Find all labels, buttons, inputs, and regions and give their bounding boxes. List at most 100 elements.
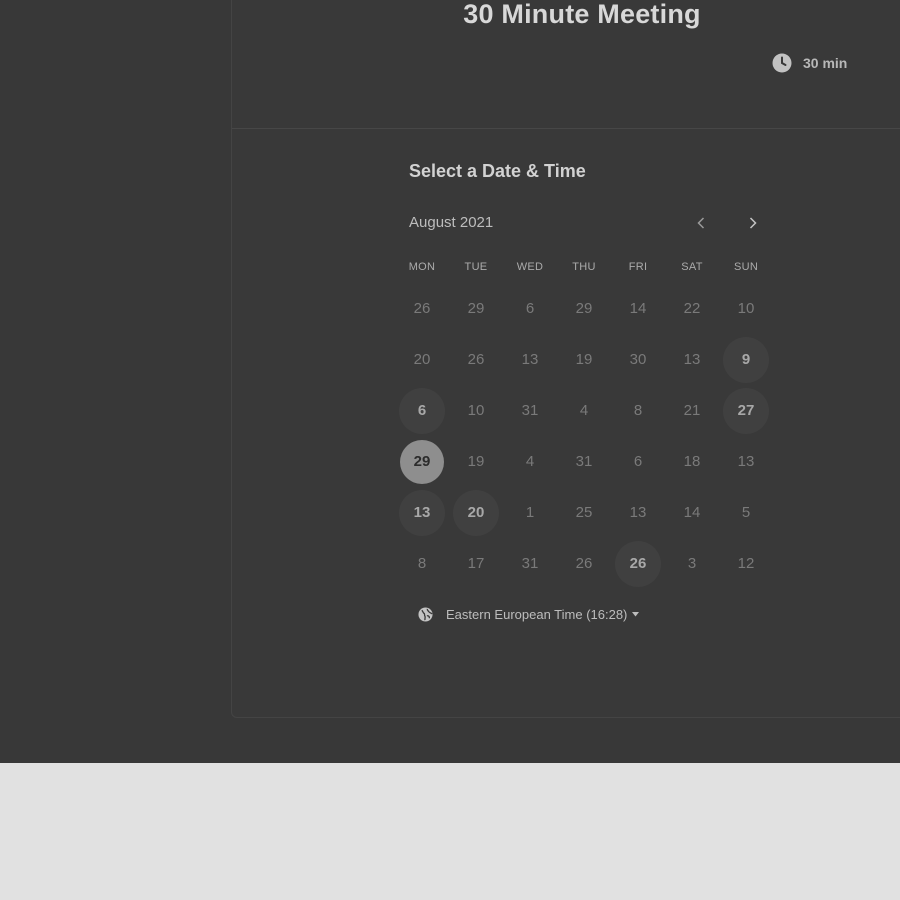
calendar-day: 14: [611, 283, 665, 334]
calendar-day-number: 29: [467, 300, 485, 317]
calendar-day-number: 26: [467, 351, 485, 368]
month-label: August 2021: [409, 214, 494, 231]
weekday-label: SAT: [681, 261, 703, 273]
calendar-day: 17: [449, 538, 503, 589]
duration-label: 30 min: [803, 55, 848, 71]
weekday-label: MON: [408, 261, 436, 273]
timezone-selector[interactable]: Eastern European Time (16:28): [418, 607, 640, 622]
calendar-day-number: 14: [683, 504, 701, 521]
calendar-day-number: 18: [683, 453, 701, 470]
calendar-day: 5: [719, 487, 773, 538]
calendar-day: 19: [557, 334, 611, 385]
calendar-day-number: 26: [615, 540, 661, 587]
calendar-day-number: 31: [575, 453, 593, 470]
calendar-day: 13: [665, 334, 719, 385]
calendar-day: 10: [449, 385, 503, 436]
calendar-day-number: 29: [575, 300, 593, 317]
calendar-day-number: 10: [737, 300, 755, 317]
calendar-day-number: 30: [629, 351, 647, 368]
calendar-day-number: 4: [525, 453, 535, 470]
calendar-day: 22: [665, 283, 719, 334]
calendar-day-number: 8: [417, 555, 427, 572]
calendar-day-available[interactable]: 27: [719, 385, 773, 436]
calendar-day-available[interactable]: 20: [449, 487, 503, 538]
calendar-day-available[interactable]: 13: [395, 487, 449, 538]
chevron-left-icon: [697, 217, 705, 229]
section-divider: [232, 128, 900, 129]
weekday-header: MON TUE WED THU FRI SAT SUN: [395, 261, 773, 273]
calendar-day-number: 25: [575, 504, 593, 521]
calendar-week-row: 8 17 31 26 26 3 12: [395, 538, 773, 589]
event-duration: 30 min: [772, 53, 847, 73]
calendar-day-number: 6: [633, 453, 643, 470]
modal-overlay: 30 Minute Meeting 30 min Select a Date &…: [0, 0, 900, 763]
calendar-day-number: 10: [467, 402, 485, 419]
calendar-day: 31: [503, 538, 557, 589]
calendar-day-number: 31: [521, 555, 539, 572]
next-month-button[interactable]: [744, 214, 762, 232]
caret-down-icon: [632, 612, 640, 617]
calendar-day: 8: [395, 538, 449, 589]
calendar-day-number: 13: [629, 504, 647, 521]
calendar-day: 13: [611, 487, 665, 538]
calendar-day-available[interactable]: 6: [395, 385, 449, 436]
calendar-day-number: 21: [683, 402, 701, 419]
calendar-day: 13: [719, 436, 773, 487]
calendar-day-number: 3: [687, 555, 697, 572]
calendar-day: 18: [665, 436, 719, 487]
calendar-day-number: 31: [521, 402, 539, 419]
calendar-day-number: 13: [737, 453, 755, 470]
calendar-day-number: 22: [683, 300, 701, 317]
calendar: MON TUE WED THU FRI SAT SUN 26 29 6 29 14 22 1…: [395, 261, 773, 589]
calendar-day: 1: [503, 487, 557, 538]
calendar-day: 8: [611, 385, 665, 436]
calendar-day-number: 5: [741, 504, 751, 521]
calendar-day-number: 8: [633, 402, 643, 419]
chevron-right-icon: [749, 217, 757, 229]
calendar-day-number: 9: [723, 336, 769, 383]
calendar-day: 6: [611, 436, 665, 487]
calendar-day: 26: [395, 283, 449, 334]
calendar-day-available[interactable]: 9: [719, 334, 773, 385]
prev-month-button[interactable]: [692, 214, 710, 232]
event-title: 30 Minute Meeting: [463, 0, 701, 29]
weekday-label: SUN: [733, 261, 759, 273]
calendar-week-row: 20 26 13 19 30 13 9: [395, 334, 773, 385]
weekday-label: WED: [516, 261, 544, 273]
calendar-day: 4: [557, 385, 611, 436]
weekday-label: TUE: [464, 261, 488, 273]
weekday-label: FRI: [628, 261, 648, 273]
calendar-day-number: 20: [413, 351, 431, 368]
clock-icon: [772, 53, 792, 73]
calendar-day-number: 1: [525, 504, 535, 521]
calendar-week-row: 26 29 6 29 14 22 10: [395, 283, 773, 334]
calendar-day: 6: [503, 283, 557, 334]
calendar-day-number: 27: [723, 387, 769, 434]
calendar-day: 31: [557, 436, 611, 487]
calendar-day-available[interactable]: 26: [611, 538, 665, 589]
calendar-day-selected[interactable]: 29: [395, 436, 449, 487]
calendar-day: 30: [611, 334, 665, 385]
calendar-day: 26: [449, 334, 503, 385]
calendar-day: 25: [557, 487, 611, 538]
calendar-day-number: 19: [575, 351, 593, 368]
booking-card: 30 Minute Meeting 30 min Select a Date &…: [231, 0, 900, 718]
weekday-label: THU: [572, 261, 596, 273]
calendar-day: 20: [395, 334, 449, 385]
calendar-week-row: 13 20 1 25 13 14 5: [395, 487, 773, 538]
calendar-day: 21: [665, 385, 719, 436]
globe-icon: [418, 607, 433, 622]
calendar-day-number: 4: [579, 402, 589, 419]
calendar-day-number: 26: [575, 555, 593, 572]
timezone-label: Eastern European Time (16:28): [446, 607, 628, 622]
calendar-day-number: 26: [413, 300, 431, 317]
calendar-day-number: 29: [400, 439, 444, 484]
calendar-day-number: 13: [521, 351, 539, 368]
calendar-day: 31: [503, 385, 557, 436]
calendar-day-number: 20: [453, 489, 499, 536]
calendar-day-number: 13: [399, 489, 445, 536]
calendar-day-number: 17: [467, 555, 485, 572]
calendar-grid: 26 29 6 29 14 22 10 20 26 13 19 30 13 9 6 10 31 4 8 21 27 29 1…: [395, 283, 773, 589]
calendar-day: 26: [557, 538, 611, 589]
calendar-day: 14: [665, 487, 719, 538]
